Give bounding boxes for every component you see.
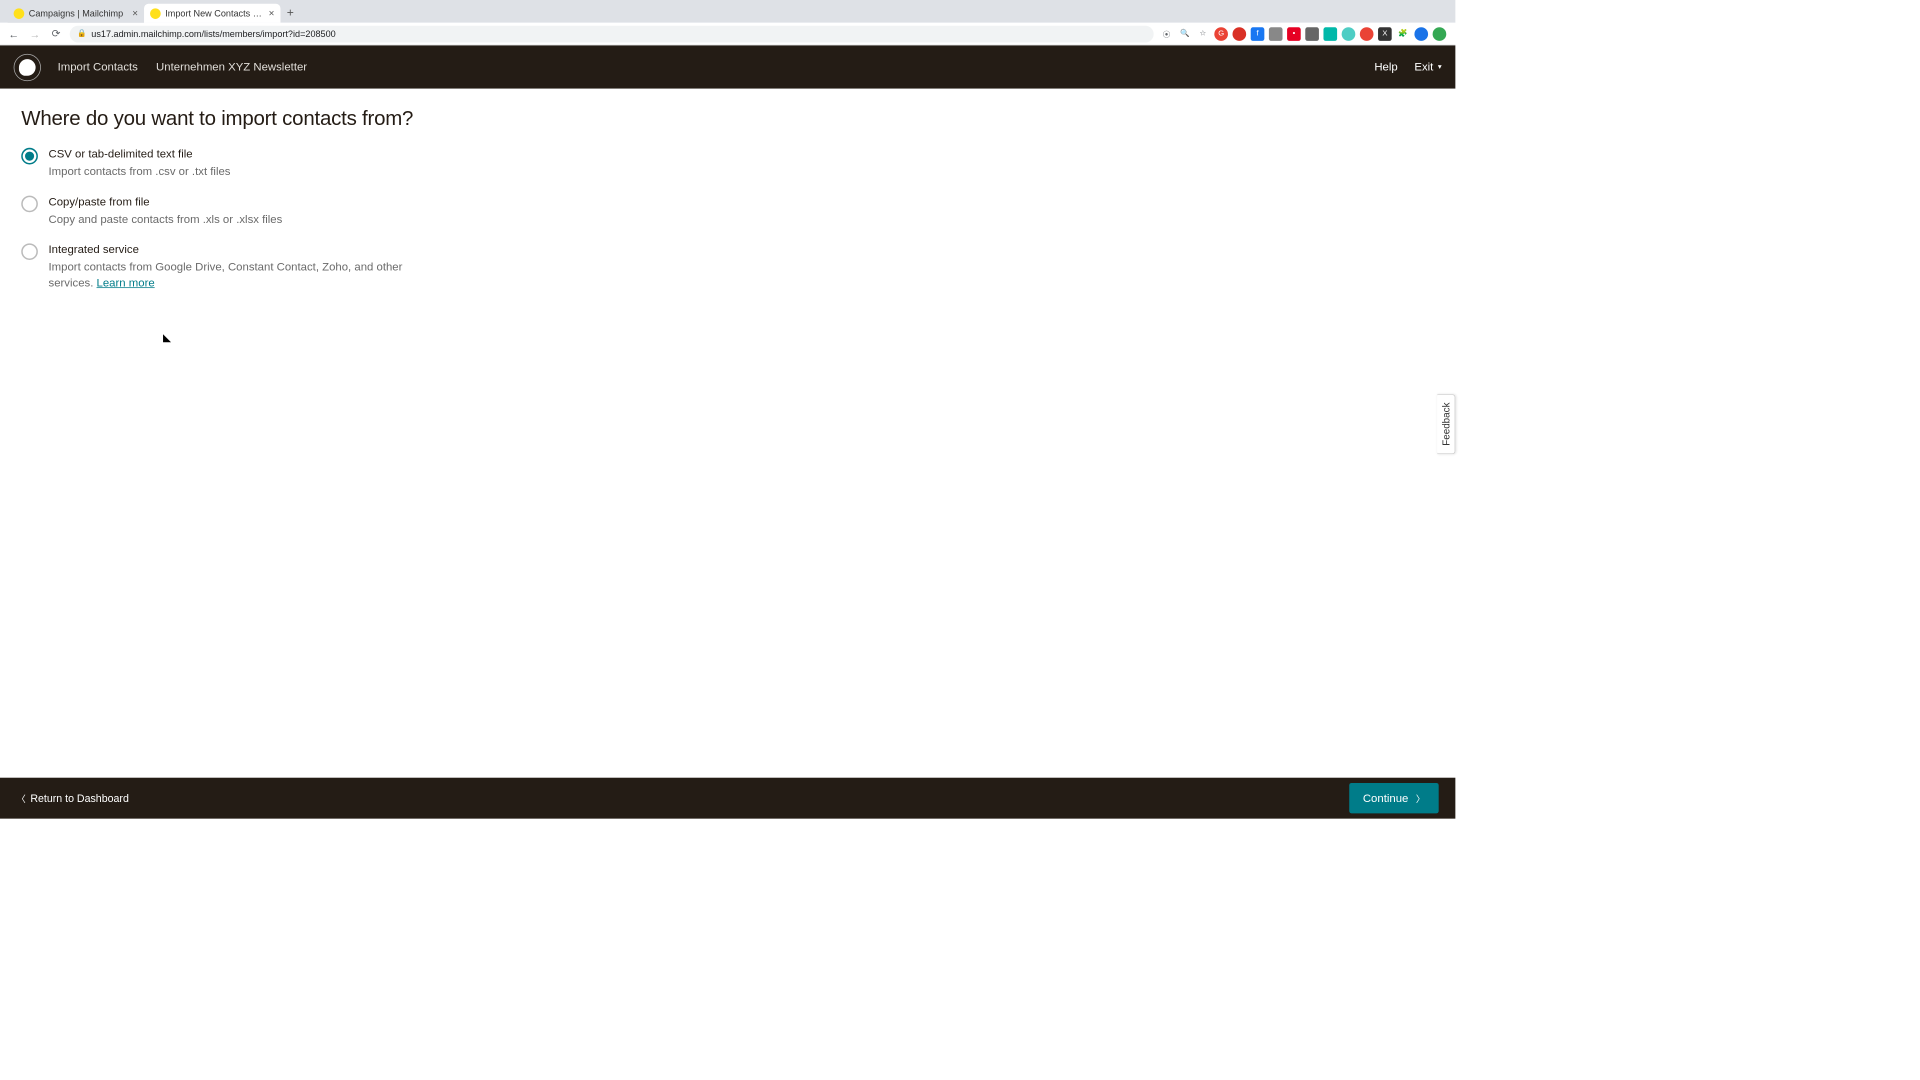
extension-icon[interactable] — [1233, 27, 1247, 41]
back-button[interactable]: ← — [6, 26, 21, 41]
radio-description: Import contacts from .csv or .txt files — [49, 164, 231, 180]
extension-icon[interactable]: X — [1378, 27, 1392, 41]
main-content: Where do you want to import contacts fro… — [0, 89, 1455, 778]
zoom-icon[interactable]: 🔍 — [1178, 27, 1192, 41]
radio-input[interactable] — [21, 196, 38, 213]
new-tab-button[interactable]: + — [280, 4, 300, 23]
extensions-menu-icon[interactable]: 🧩 — [1396, 27, 1410, 41]
continue-label: Continue — [1363, 792, 1409, 805]
return-label: Return to Dashboard — [30, 792, 129, 804]
extension-icon[interactable]: G — [1214, 27, 1228, 41]
radio-option-copypaste[interactable]: Copy/paste from file Copy and paste cont… — [21, 195, 445, 228]
cursor-icon: ◣ — [163, 331, 171, 344]
reload-button[interactable]: ⟳ — [49, 26, 64, 41]
radio-label: CSV or tab-delimited text file — [49, 148, 231, 161]
extension-icon[interactable] — [1342, 27, 1356, 41]
help-link[interactable]: Help — [1374, 61, 1397, 74]
radio-description: Copy and paste contacts from .xls or .xl… — [49, 211, 283, 227]
address-bar[interactable]: 🔒 us17.admin.mailchimp.com/lists/members… — [70, 25, 1154, 42]
close-icon[interactable]: × — [269, 8, 275, 19]
radio-input[interactable] — [21, 148, 38, 165]
browser-tab-inactive[interactable]: Campaigns | Mailchimp × — [8, 4, 144, 23]
browser-tab-active[interactable]: Import New Contacts | Mailch × — [144, 4, 280, 23]
header-actions: Help Exit ▾ — [1374, 61, 1441, 74]
favicon-icon — [14, 8, 25, 19]
star-icon[interactable]: ☆ — [1196, 27, 1210, 41]
extension-icon[interactable]: f — [1251, 27, 1265, 41]
browser-tab-strip: Campaigns | Mailchimp × Import New Conta… — [0, 0, 1455, 23]
extension-icon[interactable]: • — [1287, 27, 1301, 41]
url-text: us17.admin.mailchimp.com/lists/members/i… — [91, 28, 335, 39]
radio-label: Copy/paste from file — [49, 196, 283, 209]
extension-icon[interactable] — [1269, 27, 1283, 41]
profile-avatar[interactable] — [1414, 27, 1428, 41]
return-to-dashboard-link[interactable]: 〈 Return to Dashboard — [17, 792, 129, 805]
app-header: Import Contacts Unternehmen XYZ Newslett… — [0, 45, 1455, 88]
feedback-tab[interactable]: Feedback — [1437, 394, 1455, 454]
radio-option-integrated[interactable]: Integrated service Import contacts from … — [21, 243, 445, 292]
favicon-icon — [150, 8, 161, 19]
close-icon[interactable]: × — [132, 8, 138, 19]
radio-description: Import contacts from Google Drive, Const… — [49, 259, 446, 291]
tab-title: Campaigns | Mailchimp — [29, 8, 128, 19]
exit-menu[interactable]: Exit ▾ — [1414, 61, 1441, 74]
extension-icon[interactable] — [1305, 27, 1319, 41]
menu-icon[interactable] — [1433, 27, 1447, 41]
mailchimp-logo-icon[interactable] — [14, 53, 41, 80]
extension-icons: ⦿ 🔍 ☆ G f • X 🧩 — [1160, 27, 1450, 41]
browser-toolbar: ← → ⟳ 🔒 us17.admin.mailchimp.com/lists/m… — [0, 23, 1455, 46]
learn-more-link[interactable]: Learn more — [97, 277, 155, 290]
lock-icon: 🔒 — [77, 30, 86, 38]
tab-title: Import New Contacts | Mailch — [165, 8, 264, 19]
translate-icon[interactable]: ⦿ — [1160, 27, 1174, 41]
breadcrumb-item: Import Contacts — [58, 61, 138, 74]
continue-button[interactable]: Continue 〉 — [1349, 783, 1438, 813]
chevron-right-icon: 〉 — [1416, 792, 1425, 805]
chevron-left-icon: 〈 — [17, 792, 26, 805]
exit-label: Exit — [1414, 61, 1433, 74]
radio-option-csv[interactable]: CSV or tab-delimited text file Import co… — [21, 147, 445, 180]
import-source-radio-group: CSV or tab-delimited text file Import co… — [21, 147, 445, 291]
footer-bar: 〈 Return to Dashboard Continue 〉 — [0, 778, 1455, 819]
extension-icon[interactable] — [1323, 27, 1337, 41]
extension-icon[interactable] — [1360, 27, 1374, 41]
forward-button[interactable]: → — [27, 26, 42, 41]
radio-input[interactable] — [21, 243, 38, 260]
radio-label: Integrated service — [49, 243, 446, 256]
breadcrumb: Import Contacts Unternehmen XYZ Newslett… — [58, 61, 307, 74]
page-title: Where do you want to import contacts fro… — [21, 107, 1434, 130]
chevron-down-icon: ▾ — [1438, 63, 1442, 71]
breadcrumb-item: Unternehmen XYZ Newsletter — [156, 61, 307, 74]
